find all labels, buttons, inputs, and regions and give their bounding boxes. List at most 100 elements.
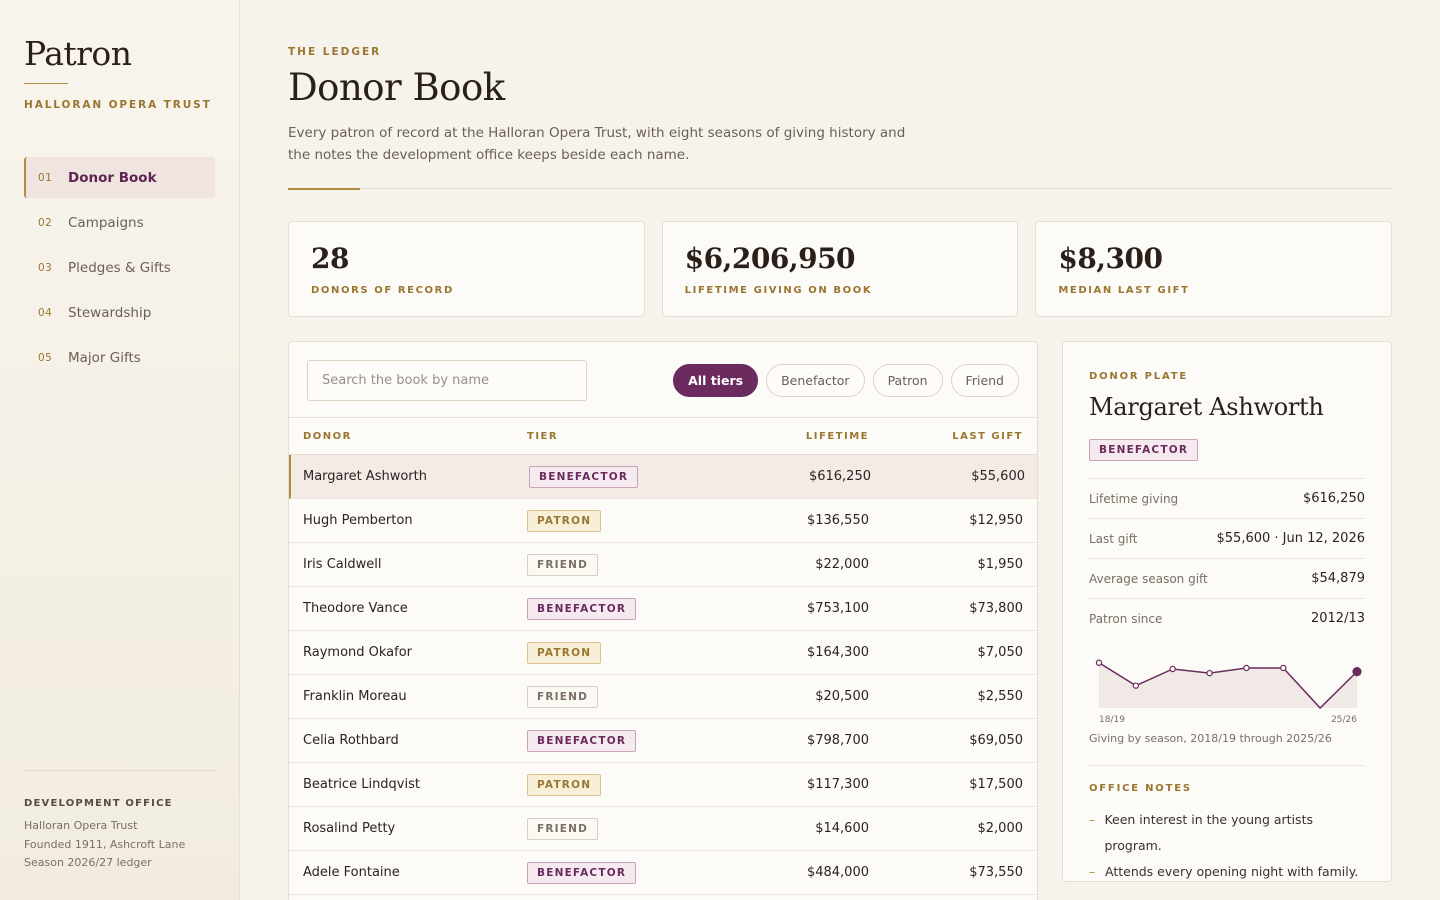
donor-name: Adele Fontaine — [303, 865, 400, 880]
tier-filters: All tiers Benefactor Patron Friend — [673, 364, 1019, 397]
header-divider-accent — [288, 188, 360, 190]
donor-name: Franklin Moreau — [303, 689, 407, 704]
table-header: DONOR TIER LIFETIME LAST GIFT — [289, 418, 1037, 455]
lifetime-value: $164,300 — [806, 645, 869, 660]
tier-cell: PATRON — [527, 641, 697, 664]
lifetime-value: $117,300 — [806, 777, 869, 792]
stat-value: 28 — [311, 242, 349, 275]
sidebar-item-campaigns[interactable]: 02 Campaigns — [24, 202, 215, 243]
sparkline-point — [1132, 682, 1140, 689]
table-row[interactable]: Raymond Okafor PATRON $164,300 $7,050 — [289, 631, 1037, 675]
table-row[interactable]: Beatrice Lindqvist PATRON $117,300 $17,5… — [289, 763, 1037, 807]
plate-tier-badge: BENEFACTOR — [1089, 439, 1199, 461]
note-text: Attends every opening night with family. — [1105, 864, 1359, 879]
sparkline-point — [1352, 667, 1362, 677]
tier-badge: PATRON — [527, 509, 602, 532]
sidebar-item-donor-book[interactable]: 01 Donor Book — [24, 157, 215, 198]
tier-cell: PATRON — [527, 773, 697, 796]
tier-cell: FRIEND — [527, 685, 697, 708]
fact-label: Patron since — [1089, 611, 1163, 626]
tier-badge: FRIEND — [527, 817, 599, 840]
lifetime-value: $136,550 — [806, 513, 869, 528]
footer-line: Founded 1911, Ashcroft Lane — [24, 837, 186, 851]
note-item: – Keen interest in the young artists prog… — [1089, 807, 1365, 859]
fact-label: Lifetime giving — [1089, 491, 1179, 506]
stat-card-median-gift: $8,300 MEDIAN LAST GIFT — [1035, 221, 1393, 317]
stat-card-lifetime-giving: $6,206,950 LIFETIME GIVING ON BOOK — [661, 221, 1019, 317]
search-input[interactable] — [307, 360, 587, 401]
nav-number: 01 — [38, 171, 53, 184]
fact-patron-since: Patron since 2012/13 — [1089, 598, 1365, 638]
stat-label: LIFETIME GIVING ON BOOK — [684, 285, 873, 296]
table-row[interactable]: Rosalind Petty FRIEND $14,600 $2,000 — [289, 807, 1037, 851]
table-row[interactable]: Celia Rothbard BENEFACTOR $798,700 $69,0… — [289, 719, 1037, 763]
column-header-tier[interactable]: TIER — [527, 431, 697, 442]
nav-label: Major Gifts — [68, 349, 141, 366]
tier-badge: PATRON — [527, 773, 602, 796]
tier-badge: FRIEND — [527, 553, 599, 576]
last-gift-value: $12,950 — [969, 513, 1023, 528]
tier-badge: BENEFACTOR — [527, 729, 637, 752]
stat-card-donors: 28 DONORS OF RECORD — [288, 221, 645, 317]
stat-value: $8,300 — [1058, 242, 1163, 275]
footer-line: Season 2026/27 ledger — [24, 856, 152, 869]
fact-value: $54,879 — [1311, 571, 1365, 586]
sparkline-point — [1280, 664, 1287, 672]
column-header-last-gift[interactable]: LAST GIFT — [869, 431, 1023, 442]
tier-cell: BENEFACTOR — [527, 597, 697, 620]
tier-cell: BENEFACTOR — [529, 465, 699, 488]
sidebar-item-pledges-gifts[interactable]: 03 Pledges & Gifts — [24, 247, 215, 288]
page-eyebrow: THE LEDGER — [288, 46, 382, 58]
tier-cell: PATRON — [527, 509, 697, 532]
table-row[interactable]: Margaret Ashworth BENEFACTOR $616,250 $5… — [289, 455, 1037, 499]
column-header-lifetime[interactable]: LIFETIME — [697, 431, 869, 442]
table-row[interactable]: Theodore Vance BENEFACTOR $753,100 $73,8… — [289, 587, 1037, 631]
last-gift-value: $2,000 — [977, 821, 1024, 836]
table-row[interactable]: Hugh Pemberton PATRON $136,550 $12,950 — [289, 499, 1037, 543]
lifetime-value: $484,000 — [806, 865, 869, 880]
page-description: Every patron of record at the Halloran O… — [288, 125, 906, 163]
filter-patron[interactable]: Patron — [872, 364, 943, 397]
last-gift-value: $1,950 — [977, 557, 1024, 572]
table-row[interactable]: Iris Caldwell FRIEND $22,000 $1,950 — [289, 543, 1037, 587]
table-row[interactable]: Franklin Moreau FRIEND $20,500 $2,550 — [289, 675, 1037, 719]
sparkline-point — [1169, 665, 1176, 673]
last-gift-value: $2,550 — [977, 689, 1024, 704]
last-gift-value: $7,050 — [977, 645, 1024, 660]
giving-sparkline: 18/19 25/26 — [1095, 659, 1362, 725]
nav-number: 03 — [38, 261, 53, 274]
nav-label: Campaigns — [68, 214, 144, 231]
table-row[interactable]: Adele Fontaine BENEFACTOR $484,000 $73,5… — [289, 851, 1037, 895]
table-toolbar: All tiers Benefactor Patron Friend — [289, 342, 1037, 418]
fact-lifetime-giving: Lifetime giving $616,250 — [1089, 478, 1365, 518]
plate-tier: BENEFACTOR — [1089, 438, 1199, 461]
stat-value: $6,206,950 — [684, 242, 856, 275]
donor-name: Margaret Ashworth — [303, 469, 427, 484]
plate-donor-name: Margaret Ashworth — [1089, 393, 1324, 421]
brand-logo[interactable]: Patron — [24, 34, 132, 73]
sidebar-item-major-gifts[interactable]: 05 Major Gifts — [24, 337, 215, 378]
nav-number: 02 — [38, 216, 53, 229]
tier-badge: FRIEND — [527, 685, 599, 708]
tier-badge: BENEFACTOR — [527, 597, 637, 620]
donor-name: Rosalind Petty — [303, 821, 396, 836]
fact-value: 2012/13 — [1310, 611, 1365, 626]
lifetime-value: $22,000 — [815, 557, 869, 572]
fact-label: Average season gift — [1089, 571, 1208, 586]
filter-friend[interactable]: Friend — [950, 364, 1019, 397]
donor-name: Iris Caldwell — [303, 557, 382, 572]
notes-title: OFFICE NOTES — [1089, 783, 1192, 794]
column-header-donor[interactable]: DONOR — [289, 431, 527, 442]
stat-label: DONORS OF RECORD — [311, 285, 454, 296]
last-gift-value: $73,550 — [969, 865, 1023, 880]
notes-divider — [1089, 765, 1365, 766]
plate-eyebrow: DONOR PLATE — [1089, 371, 1188, 382]
sidebar-item-stewardship[interactable]: 04 Stewardship — [24, 292, 215, 333]
note-text: Keen interest in the young artists progr… — [1104, 812, 1313, 853]
donor-name: Celia Rothbard — [303, 733, 399, 748]
last-gift-value: $55,600 — [971, 469, 1025, 484]
filter-benefactor[interactable]: Benefactor — [766, 364, 865, 397]
sparkline-start-label: 18/19 — [1099, 715, 1125, 725]
filter-all-tiers[interactable]: All tiers — [673, 364, 759, 397]
tier-cell: BENEFACTOR — [527, 729, 697, 752]
